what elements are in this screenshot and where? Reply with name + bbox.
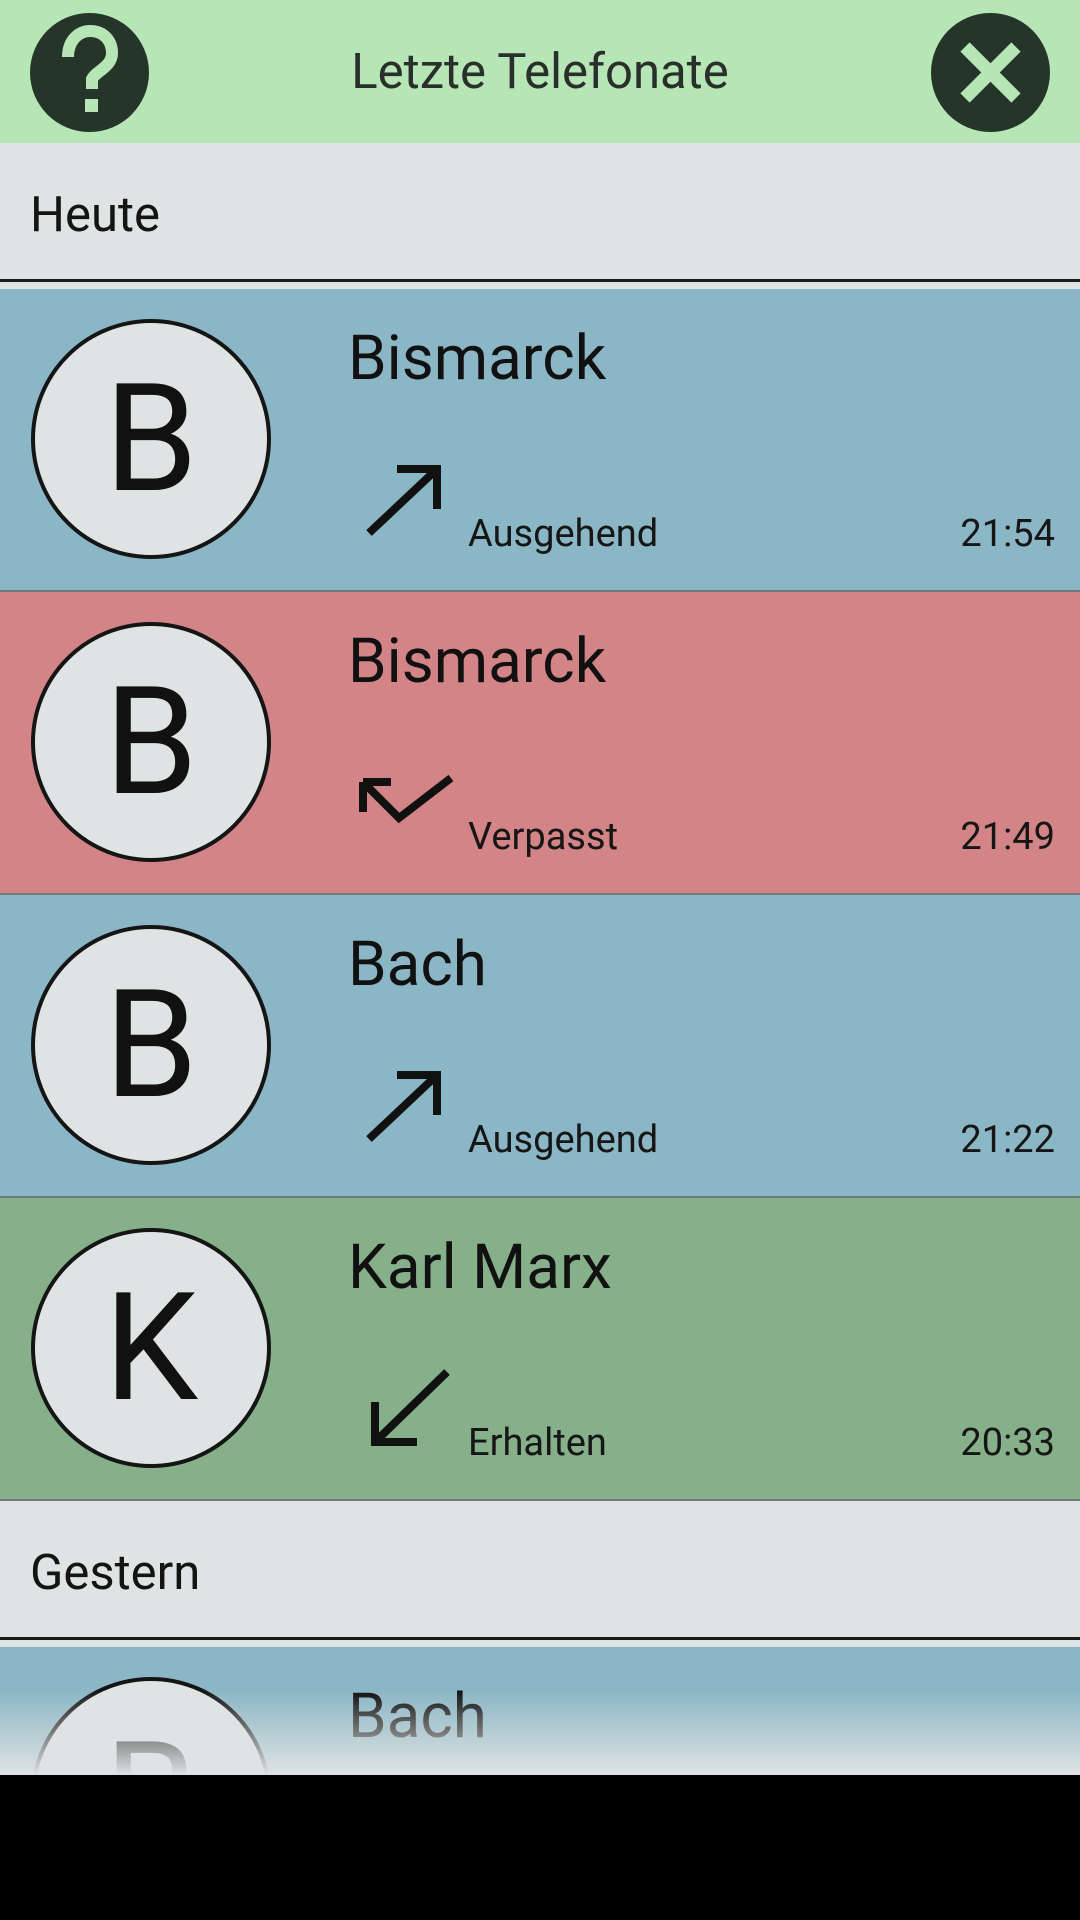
arrow-up-right-icon [366, 1071, 441, 1142]
avatar: B [31, 925, 271, 1165]
system-navigation-bar [0, 1775, 1080, 1920]
avatar: B [31, 1677, 271, 1775]
call-time: 20:33 [960, 1421, 1055, 1465]
call-entry[interactable]: B Bach [0, 1647, 1080, 1775]
section-label: Heute [30, 186, 160, 243]
question-mark-icon [62, 24, 119, 112]
section-label: Gestern [30, 1544, 201, 1601]
contact-name: Bach [348, 928, 487, 1001]
app-screen: Letzte Telefonate Heute B Bismarck Ausge… [0, 0, 1080, 1920]
avatar: K [31, 1228, 271, 1468]
help-button[interactable] [30, 13, 149, 132]
call-status: Verpasst [468, 815, 619, 859]
arrow-down-left-icon [371, 1369, 450, 1446]
page-title: Letzte Telefonate [351, 43, 729, 100]
contact-name: Bismarck [348, 625, 607, 698]
close-x-icon [960, 42, 1021, 103]
call-entry[interactable]: B Bismarck Verpasst 21:49 [0, 592, 1080, 895]
call-entry[interactable]: B Bismarck Ausgehend 21:54 [0, 289, 1080, 592]
call-entry[interactable]: K Karl Marx Erhalten 20:33 [0, 1198, 1080, 1501]
section-gap [0, 282, 1080, 289]
call-time: 21:54 [960, 512, 1055, 556]
call-log-list[interactable]: Heute B Bismarck Ausgehend 21:54 B Bisma… [0, 143, 1080, 1775]
call-entry[interactable]: B Bach Ausgehend 21:22 [0, 895, 1080, 1198]
avatar: B [31, 319, 271, 559]
missed-call-arrow-icon [359, 774, 454, 824]
call-status: Erhalten [468, 1421, 607, 1465]
contact-name: Karl Marx [348, 1231, 612, 1304]
call-status: Ausgehend [468, 512, 659, 556]
arrow-up-right-icon [366, 465, 441, 536]
call-time: 21:22 [960, 1118, 1055, 1162]
app-header: Letzte Telefonate [0, 0, 1080, 143]
avatar: B [31, 622, 271, 862]
call-status: Ausgehend [468, 1118, 659, 1162]
contact-name: Bach [348, 1680, 487, 1753]
section-header-today: Heute [0, 143, 1080, 282]
close-button[interactable] [931, 13, 1050, 132]
contact-name: Bismarck [348, 322, 607, 395]
section-gap [0, 1640, 1080, 1647]
section-header-yesterday: Gestern [0, 1501, 1080, 1640]
call-time: 21:49 [960, 815, 1055, 859]
